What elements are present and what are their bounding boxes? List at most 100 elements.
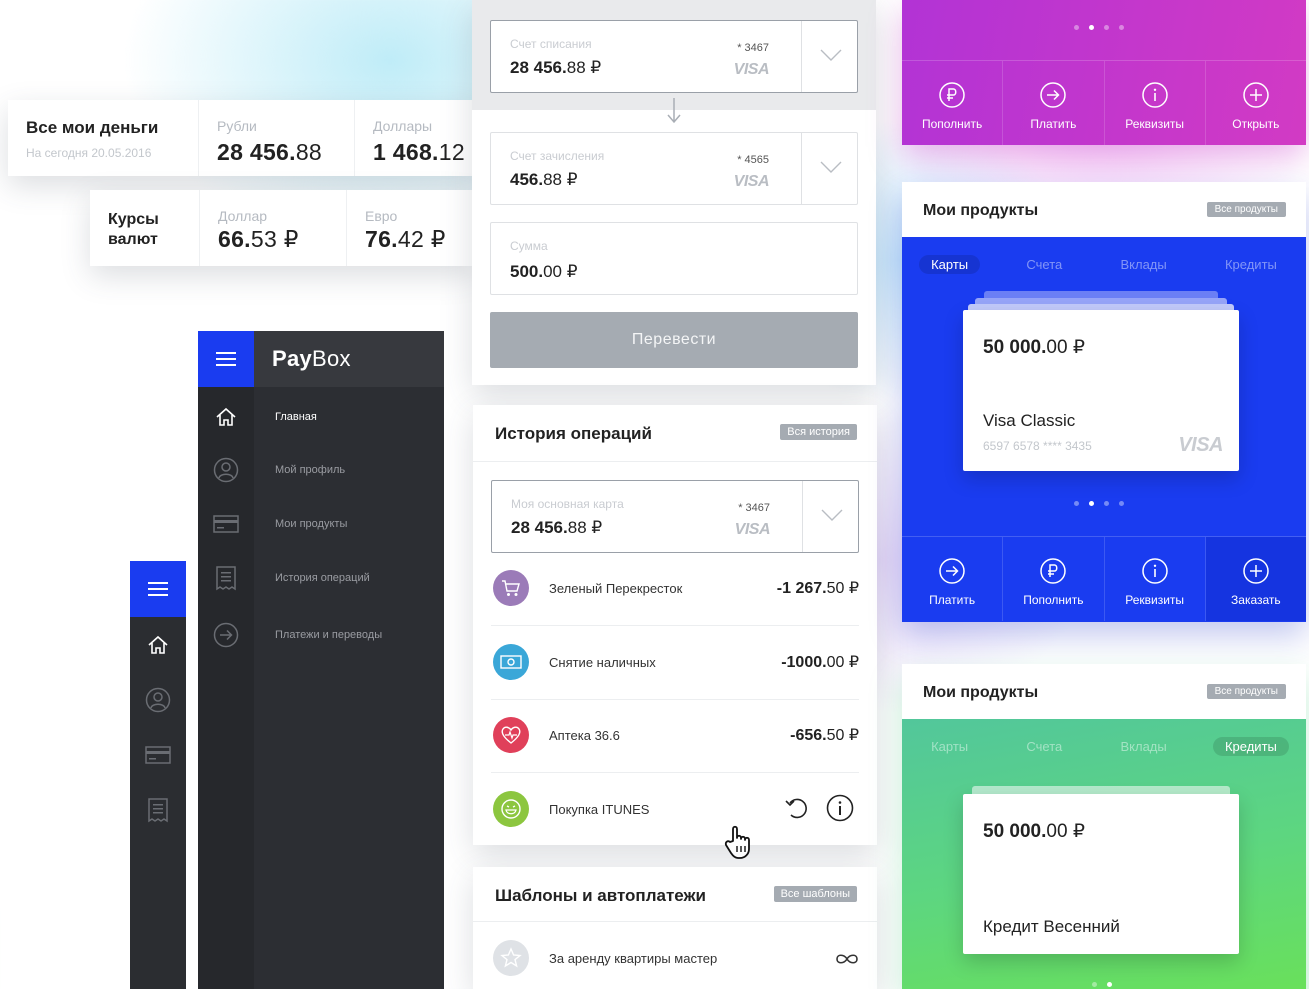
collapsed-nav-home[interactable] <box>130 617 186 672</box>
money-summary-title-cell: Все мои деньги На сегодня 20.05.2016 <box>8 100 199 176</box>
templates-header: Шаблоны и автоплатежи Все шаблоны <box>473 867 877 922</box>
collapsed-nav-history[interactable] <box>130 782 186 837</box>
history-header: История операций Вся история <box>473 405 877 462</box>
source-account-selector[interactable]: Счет списания 28 456.88 ₽ * 3467 VISA <box>490 20 858 93</box>
details-button[interactable]: Реквизиты <box>1105 61 1206 145</box>
chevron-down-icon[interactable] <box>820 160 842 174</box>
dollar-rate-label: Доллар <box>218 208 268 224</box>
operation-row[interactable]: Снятие наличных -1000.00 ₽ <box>491 626 859 700</box>
card-icon <box>145 745 171 764</box>
info-icon[interactable] <box>825 793 855 823</box>
product-card[interactable]: 50 000.00 ₽ Visa Classic 6597 6578 **** … <box>963 310 1239 471</box>
money-summary-title: Все мои деньги <box>26 118 159 137</box>
history-card-selector[interactable]: Моя основная карта 28 456.88 ₽ * 3467 VI… <box>491 480 859 553</box>
carousel-dot[interactable] <box>1119 501 1124 506</box>
transfer-amount-field[interactable]: Сумма 500.00 ₽ <box>490 222 858 295</box>
usd-balance-cell[interactable]: Доллары 1 468.12 <box>355 100 478 176</box>
operation-row[interactable]: Покупка ITUNES <box>491 773 859 847</box>
history-card-number: * 3467 <box>738 502 770 514</box>
credit-card[interactable]: 50 000.00 ₽ Кредит Весенний <box>963 794 1239 954</box>
operation-amount: -1000.00 ₽ <box>781 652 859 672</box>
product-card-int: 50 000. <box>983 337 1047 358</box>
pay-button[interactable]: Платить <box>902 537 1004 621</box>
history-card-label: Моя основная карта <box>511 497 624 511</box>
tab-deposits[interactable]: Вклады <box>1108 255 1178 274</box>
operation-amount: -656.50 ₽ <box>790 725 859 745</box>
repeat-icon[interactable] <box>783 793 813 823</box>
chevron-down-icon[interactable] <box>821 508 843 522</box>
carousel-dot[interactable] <box>1119 25 1124 30</box>
euro-rate-label: Евро <box>365 208 398 224</box>
hamburger-menu-button-expanded[interactable] <box>198 331 254 387</box>
rates-title-cell: Курсы валют <box>90 190 200 266</box>
action-label: Пополнить <box>1023 593 1084 607</box>
carousel-dot[interactable] <box>1104 25 1109 30</box>
pay-button[interactable]: Платить <box>1003 61 1105 145</box>
target-account-selector[interactable]: Счет зачисления 456.88 ₽ * 4565 VISA <box>490 132 858 205</box>
carousel-dot[interactable] <box>1104 501 1109 506</box>
operation-row[interactable]: Зеленый Перекресток -1 267.50 ₽ <box>491 552 859 626</box>
carousel-dot[interactable] <box>1074 501 1079 506</box>
transfer-panel: Счет списания 28 456.88 ₽ * 3467 VISA Сч… <box>472 0 876 385</box>
sidebar-item-payments[interactable]: Платежи и переводы <box>198 608 444 662</box>
tab-credits[interactable]: Кредиты <box>1212 737 1289 756</box>
history-card-int: 28 456. <box>511 518 568 537</box>
carousel-dot[interactable] <box>1089 501 1094 506</box>
sidebar-item-profile[interactable]: Мой профиль <box>198 443 444 497</box>
all-products-button[interactable]: Все продукты <box>1206 202 1286 217</box>
sidebar-item-home[interactable]: Главная <box>198 390 444 444</box>
cart-icon <box>493 570 529 606</box>
carousel-dot[interactable] <box>1092 982 1097 987</box>
carousel-dot[interactable] <box>1107 982 1112 987</box>
operation-amount-int: -1000. <box>781 654 827 671</box>
transfer-button[interactable]: Перевести <box>490 312 858 368</box>
details-button[interactable]: Реквизиты <box>1105 537 1206 621</box>
arrow-right-circle-icon <box>213 622 239 648</box>
chevron-down-icon[interactable] <box>820 48 842 62</box>
carousel-dot[interactable] <box>1089 25 1094 30</box>
all-products-button[interactable]: Все продукты <box>1206 684 1286 699</box>
all-templates-button[interactable]: Все шаблоны <box>773 886 857 902</box>
carousel-dot[interactable] <box>1074 25 1079 30</box>
source-account-amount: 28 456.88 ₽ <box>510 58 601 78</box>
all-history-button[interactable]: Вся история <box>780 424 857 440</box>
sidebar-item-history[interactable]: История операций <box>198 551 444 605</box>
sidebar-item-label: История операций <box>275 572 370 584</box>
collapsed-nav-profile[interactable] <box>130 672 186 727</box>
info-icon <box>1141 558 1168 584</box>
selector-divider <box>802 481 803 552</box>
collapsed-nav-products[interactable] <box>130 727 186 782</box>
autopay-infinity-icon[interactable] <box>835 952 859 966</box>
carousel-dots <box>1074 501 1124 506</box>
order-button[interactable]: Заказать <box>1205 537 1306 621</box>
sidebar-item-products[interactable]: Мои продукты <box>198 497 444 551</box>
tab-accounts[interactable]: Счета <box>1014 737 1074 756</box>
euro-rate-cents: 42 ₽ <box>397 226 446 252</box>
template-row[interactable]: За аренду квартиры мастер <box>491 922 859 989</box>
tab-accounts[interactable]: Счета <box>1014 255 1074 274</box>
topup-button[interactable]: Пополнить <box>1003 537 1105 621</box>
products-tabs: Карты Счета Вклады Кредиты <box>902 237 1306 292</box>
arrow-right-circle-icon <box>939 558 965 584</box>
product-card-name: Visa Classic <box>983 411 1076 430</box>
tab-cards[interactable]: Карты <box>919 255 981 274</box>
tab-deposits[interactable]: Вклады <box>1108 737 1178 756</box>
operations-history-panel: История операций Вся история Моя основна… <box>473 405 877 859</box>
operation-amount: -1 267.50 ₽ <box>777 578 859 598</box>
dollar-rate-cents: 53 ₽ <box>250 226 299 252</box>
topup-button[interactable]: Пополнить <box>902 61 1004 145</box>
visa-logo: VISA <box>1178 434 1223 456</box>
receipt-icon <box>216 566 236 591</box>
tab-cards[interactable]: Карты <box>919 737 980 756</box>
open-button[interactable]: Открыть <box>1206 61 1306 145</box>
dollar-rate-amount: 66.53 ₽ <box>218 226 346 253</box>
hamburger-menu-button[interactable] <box>130 561 186 617</box>
product-card-number: 6597 6578 **** 3435 <box>983 439 1092 453</box>
sidebar-item-label: Платежи и переводы <box>275 629 383 641</box>
sidebar-item-label: Мои продукты <box>275 518 348 530</box>
rub-balance-cell[interactable]: Рубли 28 456.88 <box>199 100 355 176</box>
operation-row[interactable]: Аптека 36.6 -656.50 ₽ <box>491 699 859 773</box>
tab-credits[interactable]: Кредиты <box>1213 255 1289 274</box>
arrow-right-circle-icon <box>1040 82 1067 108</box>
sidebar-header: PayBox <box>198 331 444 387</box>
